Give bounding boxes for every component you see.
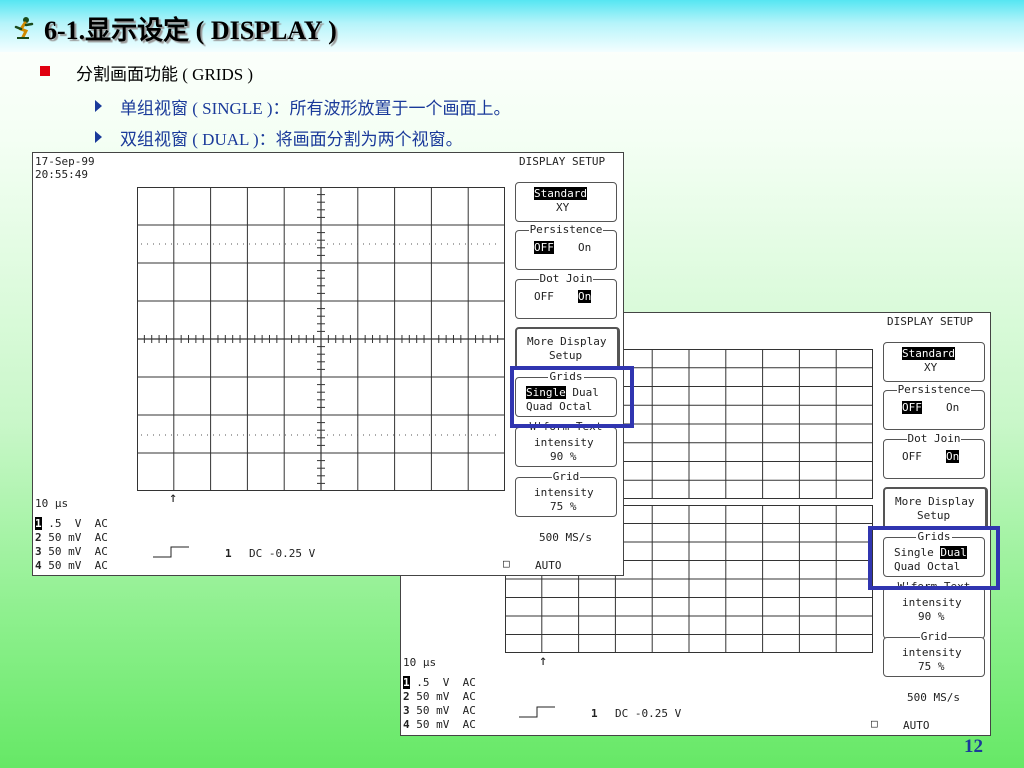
trigger-level: DC -0.25 V: [615, 707, 682, 720]
channel-4-setting: 50 mV AC: [41, 559, 108, 572]
menu-title: DISPLAY SETUP: [519, 155, 606, 168]
sub-item-single: 单组视窗 ( SINGLE )：所有波形放置于一个画面上。: [120, 99, 511, 118]
timebase: 10 µs: [35, 497, 69, 510]
more-display-label: More Display: [895, 495, 975, 508]
persistence-button[interactable]: Persistence OFF On: [883, 383, 985, 430]
channel-4-number: 4: [35, 559, 42, 572]
trigger-mode: AUTO: [535, 559, 562, 572]
scope-screen-single: 17-Sep-99 20:55:49 DISPLAY SETUP Standar…: [32, 152, 624, 576]
trigger-slope-icon: [519, 706, 555, 718]
dot-join-button[interactable]: Dot Join OFF On: [515, 272, 617, 319]
intensity-label: intensity: [534, 436, 594, 449]
dot-join-off: OFF: [902, 450, 922, 463]
channel-4-setting: 50 mV AC: [409, 718, 476, 731]
grids-highlight-dual: [868, 526, 1000, 590]
standard-xy-button[interactable]: Standard XY: [883, 342, 985, 382]
channel-3-number: 3: [403, 704, 410, 717]
waveform-grid: [137, 187, 505, 491]
persistence-button[interactable]: Persistence OFF On: [515, 223, 617, 270]
persistence-on: On: [578, 241, 592, 254]
bullet-text: 分割画面功能 ( GRIDS ): [76, 65, 254, 84]
persistence-on: On: [946, 401, 960, 414]
grid-intensity-button[interactable]: Grid intensity 75 %: [515, 470, 617, 517]
bullet-square-icon: [40, 66, 50, 76]
channel-3-number: 3: [35, 545, 42, 558]
menu-title: DISPLAY SETUP: [887, 315, 974, 328]
grid-intensity-value: 75 %: [918, 660, 945, 673]
xy-option: XY: [924, 361, 938, 374]
dot-join-label: Dot Join: [906, 432, 962, 445]
more-display-label: More Display: [527, 335, 607, 348]
trigger-position-arrow-icon: ↑: [169, 490, 178, 506]
sample-rate: 500 MS/s: [539, 531, 592, 544]
intensity-label: intensity: [902, 646, 962, 659]
auto-checkbox[interactable]: □: [503, 557, 510, 571]
dot-join-on: On: [946, 450, 960, 463]
standard-option: Standard: [902, 347, 955, 360]
page-number: 12: [964, 736, 983, 757]
waveform-text-intensity-button[interactable]: W'form Text intensity 90 %: [515, 420, 617, 467]
trigger-channel: 1: [225, 547, 232, 560]
auto-checkbox[interactable]: □: [871, 717, 878, 731]
channel-2-setting: 50 mV AC: [41, 531, 108, 544]
intensity-label: intensity: [902, 596, 962, 609]
trigger-position-arrow-icon: ↑: [539, 653, 548, 669]
sample-rate: 500 MS/s: [907, 691, 960, 704]
trigger-slope-icon: [153, 546, 189, 558]
channel-1-number: 1: [403, 676, 410, 689]
dot-join-on: On: [578, 290, 592, 303]
grid-label: Grid: [551, 470, 581, 483]
trigger-channel: 1: [591, 707, 598, 720]
channel-3-setting: 50 mV AC: [409, 704, 476, 717]
setup-label: Setup: [917, 509, 951, 522]
skater-icon: [14, 17, 34, 39]
persistence-off: OFF: [902, 401, 922, 414]
dot-join-label: Dot Join: [538, 272, 594, 285]
grid-label: Grid: [919, 630, 949, 643]
more-display-setup-button[interactable]: More Display Setup: [515, 327, 620, 370]
dot-join-off: OFF: [534, 290, 554, 303]
standard-xy-button[interactable]: Standard XY: [515, 182, 617, 222]
trigger-level: DC -0.25 V: [249, 547, 316, 560]
standard-option: Standard: [534, 187, 587, 200]
intensity-label: intensity: [534, 486, 594, 499]
wform-intensity-value: 90 %: [918, 610, 945, 623]
channel-1-number: 1: [35, 517, 42, 530]
page-title: 6-1.显示设定 ( DISPLAY ): [44, 16, 337, 45]
date: 17-Sep-99: [35, 155, 95, 168]
more-display-setup-button[interactable]: More Display Setup: [883, 487, 988, 530]
sub-item-dual: 双组视窗 ( DUAL )：将画面分割为两个视窗。: [120, 130, 463, 149]
time: 20:55:49: [35, 168, 88, 181]
channel-2-setting: 50 mV AC: [409, 690, 476, 703]
dot-join-button[interactable]: Dot Join OFF On: [883, 432, 985, 479]
xy-option: XY: [556, 201, 570, 214]
channel-2-number: 2: [35, 531, 42, 544]
persistence-label: Persistence: [528, 223, 604, 236]
wform-intensity-value: 90 %: [550, 450, 577, 463]
channel-4-number: 4: [403, 718, 410, 731]
persistence-off: OFF: [534, 241, 554, 254]
arrow-bullet-icon: [95, 131, 102, 143]
channel-2-number: 2: [403, 690, 410, 703]
channel-1-setting: .5 V AC: [409, 676, 476, 689]
arrow-bullet-icon: [95, 100, 102, 112]
timebase: 10 µs: [403, 656, 437, 669]
persistence-label: Persistence: [896, 383, 972, 396]
trigger-mode: AUTO: [903, 719, 930, 732]
grids-highlight-single: [510, 366, 634, 428]
channel-3-setting: 50 mV AC: [41, 545, 108, 558]
setup-label: Setup: [549, 349, 583, 362]
grid-intensity-value: 75 %: [550, 500, 577, 513]
title-bar: 6-1.显示设定 ( DISPLAY ): [0, 0, 1024, 52]
grid-intensity-button[interactable]: Grid intensity 75 %: [883, 630, 985, 677]
channel-1-setting: .5 V AC: [41, 517, 108, 530]
